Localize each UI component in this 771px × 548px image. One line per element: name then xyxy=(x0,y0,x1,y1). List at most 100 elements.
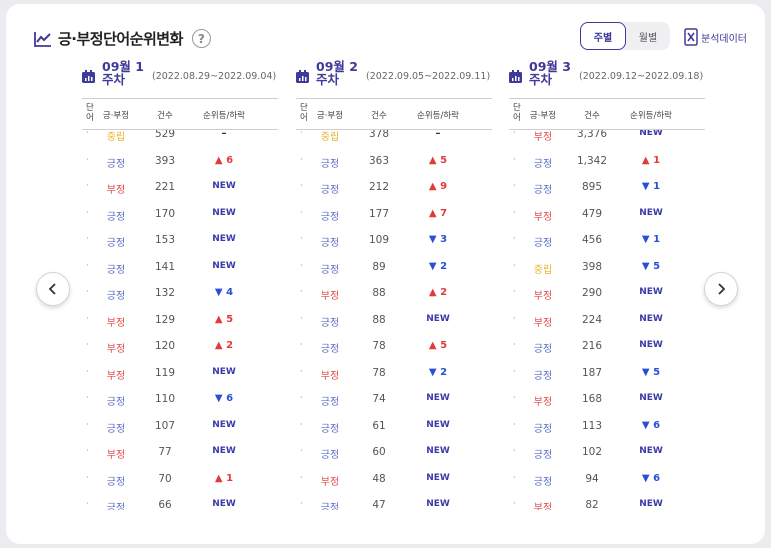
table-row[interactable]: · 부정 119 NEW xyxy=(82,361,278,387)
count-cell: 61 xyxy=(372,419,386,432)
table-row[interactable]: · 부정 3,376 NEW xyxy=(509,130,705,148)
sentiment-cell: 중립 xyxy=(320,132,340,143)
table-row[interactable]: · 긍정 177 ▲ 7 xyxy=(296,202,492,228)
table-row[interactable]: · 긍정 78 ▲ 5 xyxy=(296,334,492,360)
word-cell: · xyxy=(300,313,303,323)
table-row[interactable]: · 긍정 141 NEW xyxy=(82,255,278,281)
table-row[interactable]: · 부정 88 ▲ 2 xyxy=(296,281,492,307)
table-row[interactable]: · 긍정 216 NEW xyxy=(509,334,705,360)
table-row[interactable]: · 긍정 102 NEW xyxy=(509,440,705,466)
table-row[interactable]: · 긍정 393 ▲ 6 xyxy=(82,149,278,175)
count-cell: 3,376 xyxy=(576,130,608,140)
word-cell: · xyxy=(300,340,303,349)
table-row[interactable]: · 부정 129 ▲ 5 xyxy=(82,308,278,334)
table-row[interactable]: · 긍정 94 ▼ 6 xyxy=(509,467,705,493)
sentiment-cell: 부정 xyxy=(106,344,126,355)
table-row[interactable]: · 긍정 212 ▲ 9 xyxy=(296,175,492,201)
header-change: 순위등/하락 xyxy=(630,111,672,121)
table-row[interactable]: · 긍정 1,342 ▲ 1 xyxy=(509,149,705,175)
monthly-toggle-button[interactable]: 월별 xyxy=(626,22,670,50)
table-row[interactable]: · 긍정 74 NEW xyxy=(296,387,492,413)
count-cell: 88 xyxy=(372,287,386,299)
rank-change-cell: NEW xyxy=(426,446,450,456)
rank-change-cell: ▼ 1 xyxy=(641,181,661,192)
count-cell: 895 xyxy=(581,181,603,193)
table-row[interactable]: · 긍정 109 ▼ 3 xyxy=(296,228,492,254)
table-row[interactable]: · 긍정 113 ▼ 6 xyxy=(509,414,705,440)
rank-change-cell: NEW xyxy=(639,313,663,324)
header-word: 단어 xyxy=(300,103,308,123)
export-data-button[interactable]: 분석데이터 xyxy=(684,28,747,46)
chevron-left-icon xyxy=(48,283,56,295)
sentiment-cell: 긍정 xyxy=(106,476,126,488)
count-cell: 141 xyxy=(154,260,176,273)
table-row[interactable]: · 부정 77 NEW xyxy=(82,440,278,466)
count-cell: 529 xyxy=(154,130,176,140)
rank-change-cell: NEW xyxy=(212,366,236,377)
count-cell: 82 xyxy=(585,499,599,510)
word-cell: · xyxy=(86,340,89,349)
table-row[interactable]: · 긍정 47 NEW xyxy=(296,493,492,510)
table-row[interactable]: · 긍정 132 ▼ 4 xyxy=(82,281,278,307)
table-row[interactable]: · 긍정 187 ▼ 5 xyxy=(509,361,705,387)
next-page-button[interactable] xyxy=(704,272,738,306)
table-row[interactable]: · 긍정 70 ▲ 1 xyxy=(82,467,278,493)
table-row[interactable]: · 중립 378 – xyxy=(296,130,492,148)
period-toggle: 주별 월별 xyxy=(580,22,670,50)
week-column-2: 09월 2 주차 (2022.09.05~2022.09.11) 단어 긍·부정 건수 순… xyxy=(296,60,492,510)
table-row[interactable]: · 부정 224 NEW xyxy=(509,308,705,334)
header-count: 건수 xyxy=(371,111,387,121)
table-row[interactable]: · 긍정 895 ▼ 1 xyxy=(509,175,705,201)
sentiment-cell: 긍정 xyxy=(533,185,553,196)
table-row[interactable]: · 긍정 363 ▲ 5 xyxy=(296,149,492,175)
table-row[interactable]: · 부정 479 NEW xyxy=(509,202,705,228)
table-row[interactable]: · 중립 529 – xyxy=(82,130,278,148)
weekly-toggle-button[interactable]: 주별 xyxy=(580,22,626,50)
word-cell: · xyxy=(513,313,516,323)
table-row[interactable]: · 긍정 107 NEW xyxy=(82,414,278,440)
table-row[interactable]: · 긍정 88 NEW xyxy=(296,308,492,334)
table-row[interactable]: · 긍정 60 NEW xyxy=(296,440,492,466)
rank-change-cell: ▲ 9 xyxy=(428,181,448,192)
table-row[interactable]: · 긍정 61 NEW xyxy=(296,414,492,440)
table-row[interactable]: · 부정 290 NEW xyxy=(509,281,705,307)
table-row[interactable]: · 긍정 110 ▼ 6 xyxy=(82,387,278,413)
prev-page-button[interactable] xyxy=(36,272,70,306)
word-cell: · xyxy=(513,287,516,296)
table-row[interactable]: · 부정 168 NEW xyxy=(509,387,705,413)
table-row[interactable]: · 긍정 153 NEW xyxy=(82,228,278,254)
word-cell: · xyxy=(513,472,516,482)
table-row[interactable]: · 중립 398 ▼ 5 xyxy=(509,255,705,281)
table-row[interactable]: · 긍정 170 NEW xyxy=(82,202,278,228)
word-cell: · xyxy=(513,446,516,455)
week-header: 09월 1 주차 (2022.08.29~2022.09.04) xyxy=(82,60,278,94)
rank-change-cell: NEW xyxy=(212,181,236,191)
table-row[interactable]: · 긍정 456 ▼ 1 xyxy=(509,228,705,254)
count-cell: 60 xyxy=(372,446,386,458)
table-row[interactable]: · 부정 82 NEW xyxy=(509,493,705,510)
table-row[interactable]: · 긍정 66 NEW xyxy=(82,493,278,510)
sentiment-cell: 긍정 xyxy=(320,317,340,329)
table-row[interactable]: · 부정 78 ▼ 2 xyxy=(296,361,492,387)
table-row[interactable]: · 부정 221 NEW xyxy=(82,175,278,201)
header-change: 순위등/하락 xyxy=(417,111,459,121)
word-cell: · xyxy=(513,260,516,270)
table-row[interactable]: · 부정 48 NEW xyxy=(296,467,492,493)
sentiment-cell: 긍정 xyxy=(320,158,340,170)
count-cell: 216 xyxy=(581,340,603,352)
sentiment-cell: 긍정 xyxy=(320,211,340,223)
word-cell: · xyxy=(86,313,89,323)
rank-change-card: 긍·부정단어순위변화 ? 주별 월별 분석데이터 09월 1 주차 (2022.0… xyxy=(6,4,765,544)
rank-change-cell: ▼ 3 xyxy=(428,234,448,245)
week-range: (2022.08.29~2022.09.04) xyxy=(152,71,277,82)
word-cell: · xyxy=(86,260,89,270)
help-icon[interactable]: ? xyxy=(191,29,211,48)
sentiment-cell: 긍정 xyxy=(320,344,340,355)
word-cell: · xyxy=(513,234,516,243)
word-cell: · xyxy=(300,260,303,270)
table-row[interactable]: · 긍정 89 ▼ 2 xyxy=(296,255,492,281)
word-cell: · xyxy=(300,234,303,243)
count-cell: 66 xyxy=(158,499,172,510)
table-row[interactable]: · 부정 120 ▲ 2 xyxy=(82,334,278,360)
word-cell: · xyxy=(513,419,516,429)
